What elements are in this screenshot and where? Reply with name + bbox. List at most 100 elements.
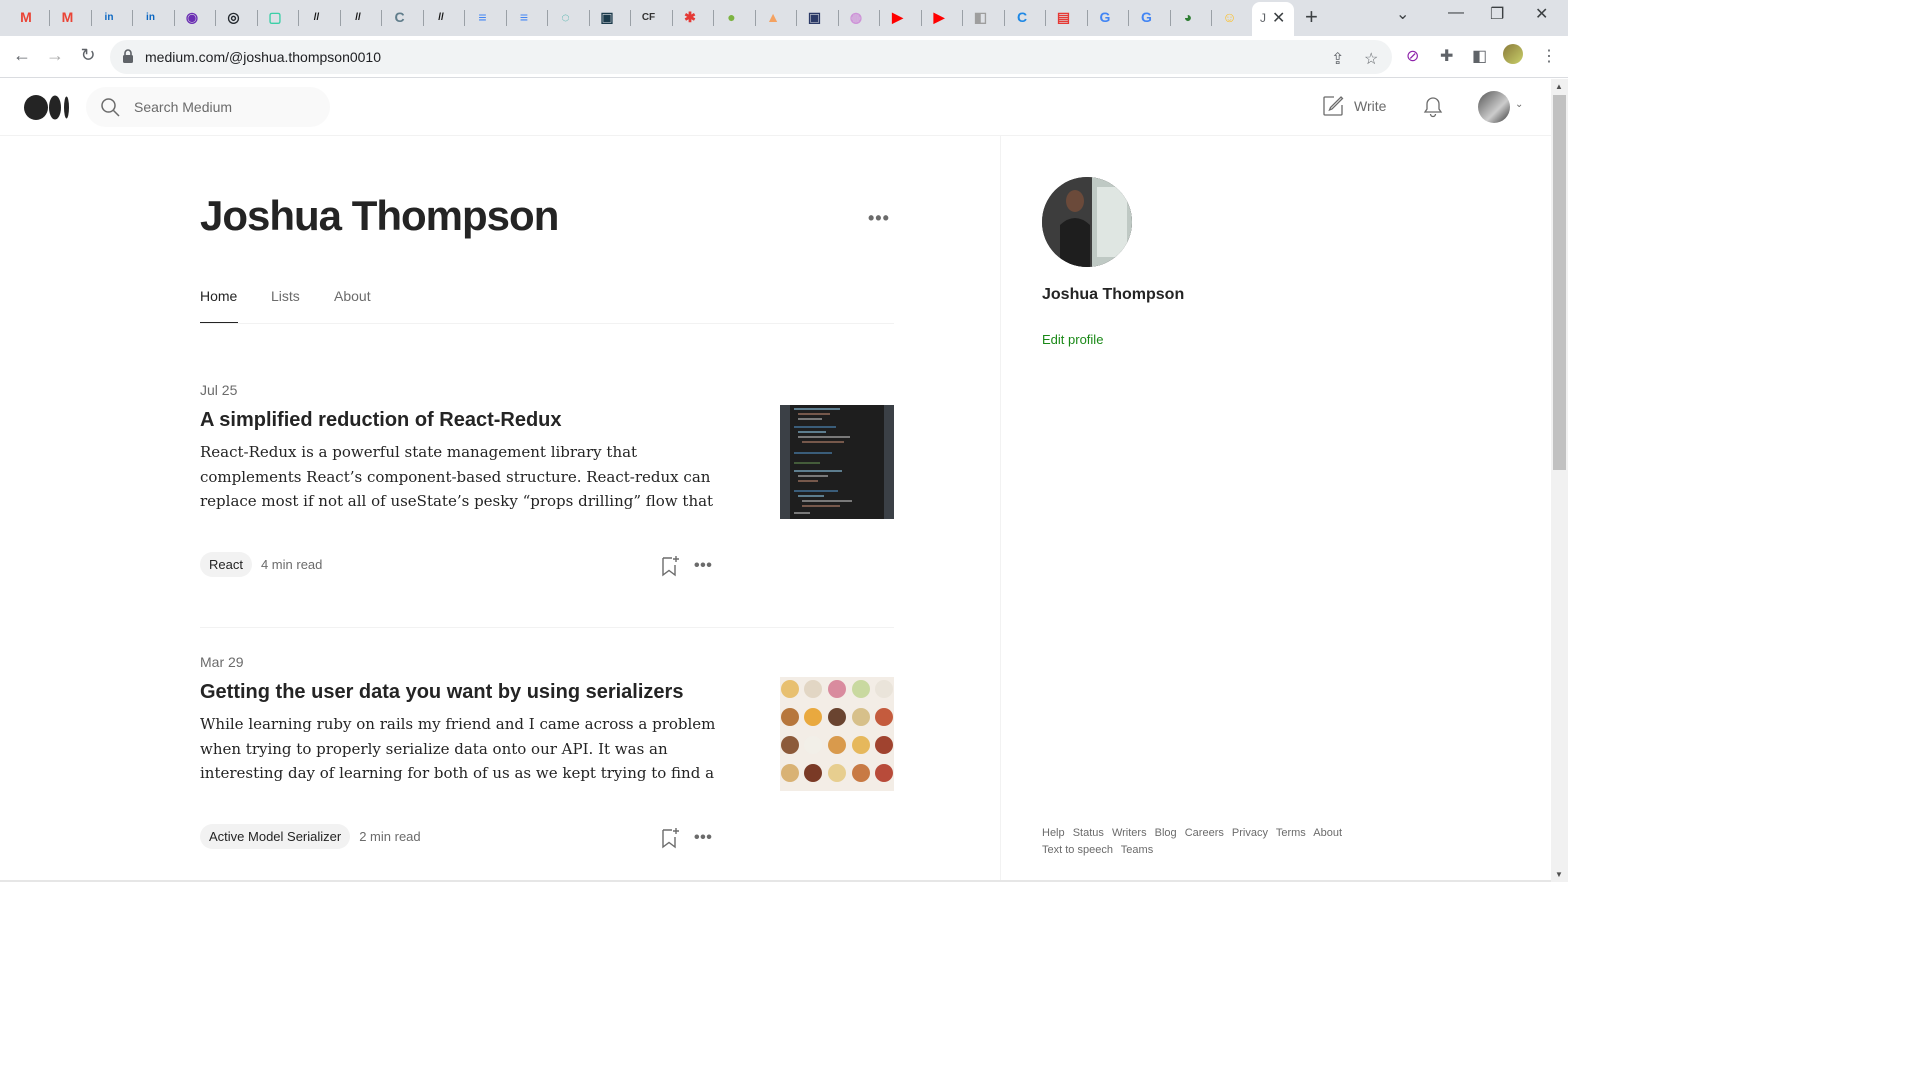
tab-lists[interactable]: Lists: [271, 288, 300, 304]
app-icon[interactable]: ◕: [1178, 7, 1198, 27]
article-tag[interactable]: Active Model Serializer: [200, 824, 351, 849]
user-avatar[interactable]: [1478, 91, 1510, 123]
article-title[interactable]: A simplified reduction of React-Redux: [200, 409, 562, 432]
bookmark-star-icon[interactable]: ☆: [1364, 49, 1378, 69]
footer-link-about[interactable]: About: [1313, 827, 1342, 839]
article-thumbnail-code[interactable]: [780, 405, 894, 519]
article-date: Jul 25: [200, 382, 238, 398]
article-read-time: 4 min read: [260, 557, 323, 572]
scroll-up-icon[interactable]: ▲: [1555, 82, 1563, 91]
tab-separator: [879, 10, 880, 26]
footer-link-text-to-speech[interactable]: Text to speech: [1042, 844, 1113, 856]
google-icon[interactable]: G: [1095, 7, 1115, 27]
back-icon[interactable]: ←: [10, 45, 34, 66]
extension-block-icon[interactable]: ⊘: [1406, 46, 1419, 66]
article-tag[interactable]: React: [200, 552, 252, 577]
tab-separator: [1003, 10, 1005, 26]
app-icon[interactable]: C: [1012, 7, 1032, 27]
linkedin-icon[interactable]: in: [141, 7, 161, 27]
doc-icon[interactable]: C: [390, 7, 410, 27]
github-icon[interactable]: ◎: [224, 7, 244, 27]
footer-link-careers[interactable]: Careers: [1185, 827, 1224, 839]
emoji-icon[interactable]: ☺: [1220, 7, 1240, 27]
app-icon[interactable]: ●: [722, 7, 742, 27]
bookmark-add-icon[interactable]: [660, 555, 680, 577]
article-excerpt[interactable]: While learning ruby on rails my friend a…: [200, 712, 720, 786]
restore-icon[interactable]: ❐: [1490, 4, 1504, 24]
browser-profile-avatar[interactable]: [1503, 44, 1523, 64]
article-title[interactable]: Getting the user data you want by using …: [200, 681, 683, 704]
gmail-icon[interactable]: M: [58, 7, 78, 27]
address-bar[interactable]: medium.com/@joshua.thompson0010 ⇪ ☆: [110, 40, 1392, 74]
edit-profile-link[interactable]: Edit profile: [1042, 332, 1103, 347]
reload-icon[interactable]: ↻: [76, 45, 100, 66]
linkedin-icon[interactable]: in: [99, 7, 119, 27]
footer-link-terms[interactable]: Terms: [1276, 827, 1306, 839]
tab-home[interactable]: Home: [200, 288, 237, 304]
google-docs-icon[interactable]: ≡: [514, 7, 534, 27]
notifications-bell-icon[interactable]: [1421, 95, 1445, 119]
footer-link-writers[interactable]: Writers: [1112, 827, 1147, 839]
app-icon[interactable]: //: [307, 7, 327, 27]
app-icon[interactable]: CF: [639, 7, 659, 27]
footer-link-privacy[interactable]: Privacy: [1232, 827, 1268, 839]
gmail-icon[interactable]: M: [16, 7, 36, 27]
app-icon[interactable]: ▤: [1054, 7, 1074, 27]
article-more-icon[interactable]: •••: [694, 829, 712, 847]
bookmark-add-icon[interactable]: [660, 827, 680, 849]
medium-logo-icon[interactable]: [24, 95, 70, 120]
sidebar-profile-name[interactable]: Joshua Thompson: [1042, 286, 1184, 304]
youtube-icon[interactable]: ▶: [888, 7, 908, 27]
tab-separator: [1169, 10, 1171, 26]
article-excerpt[interactable]: React-Redux is a powerful state manageme…: [200, 440, 720, 514]
forward-icon[interactable]: →: [43, 45, 67, 66]
app-icon[interactable]: //: [348, 7, 368, 27]
app-icon[interactable]: //: [431, 7, 451, 27]
app-icon[interactable]: ▣: [597, 7, 617, 27]
profile-avatar[interactable]: [1042, 177, 1132, 267]
chevron-down-icon[interactable]: ⌄: [1515, 99, 1523, 110]
youtube-icon[interactable]: ▶: [929, 7, 949, 27]
write-button[interactable]: Write: [1322, 95, 1386, 117]
article-meta: Active Model Serializer 2 min read: [200, 824, 421, 849]
google-icon[interactable]: G: [1137, 7, 1157, 27]
side-panel-icon[interactable]: ◧: [1472, 46, 1487, 66]
app-icon[interactable]: ▲: [763, 7, 783, 27]
app-icon[interactable]: ▣: [805, 7, 825, 27]
browser-menu-icon[interactable]: ⋮: [1541, 46, 1557, 66]
app-icon[interactable]: ◧: [971, 7, 991, 27]
page-scrollbar[interactable]: ▲ ▼: [1551, 79, 1568, 882]
app-icon[interactable]: ◉: [182, 7, 202, 27]
article-more-icon[interactable]: •••: [694, 557, 712, 575]
footer-link-status[interactable]: Status: [1073, 827, 1104, 839]
profile-more-icon[interactable]: •••: [868, 208, 890, 229]
tab-separator: [422, 10, 424, 26]
app-icon[interactable]: ◍: [846, 7, 866, 27]
tab-separator: [713, 10, 714, 26]
scroll-down-icon[interactable]: ▼: [1555, 870, 1563, 879]
scroll-thumb[interactable]: [1553, 95, 1566, 470]
tab-about[interactable]: About: [334, 288, 371, 304]
footer-link-help[interactable]: Help: [1042, 827, 1065, 839]
tab-separator: [920, 10, 922, 26]
share-icon[interactable]: ⇪: [1331, 49, 1344, 69]
tab-separator: [215, 10, 216, 26]
active-tab[interactable]: J ✕: [1252, 2, 1294, 36]
article-thumbnail-cereal[interactable]: [780, 677, 894, 791]
footer-link-teams[interactable]: Teams: [1121, 844, 1153, 856]
tab-separator: [962, 10, 963, 26]
tab-search-icon[interactable]: ⌄: [1396, 4, 1409, 24]
search-input[interactable]: Search Medium: [134, 99, 232, 115]
app-icon[interactable]: ✱: [680, 7, 700, 27]
app-icon[interactable]: ▢: [265, 7, 285, 27]
lock-icon: [123, 49, 133, 63]
app-icon[interactable]: ◌: [556, 7, 576, 27]
close-window-icon[interactable]: ✕: [1535, 4, 1548, 24]
close-tab-icon[interactable]: ✕: [1272, 8, 1285, 28]
new-tab-icon[interactable]: +: [1305, 4, 1318, 30]
footer-link-blog[interactable]: Blog: [1155, 827, 1177, 839]
extensions-puzzle-icon[interactable]: ✚: [1440, 46, 1453, 66]
search-bar[interactable]: Search Medium: [86, 87, 330, 127]
google-docs-icon[interactable]: ≡: [473, 7, 493, 27]
minimize-icon[interactable]: —: [1448, 4, 1464, 22]
